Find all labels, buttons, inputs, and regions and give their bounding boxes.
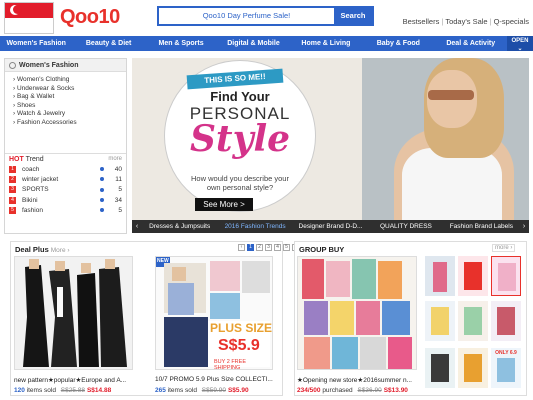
chevron-down-icon: ⌄ (517, 46, 523, 52)
category-icon (9, 62, 16, 69)
thumbnail[interactable] (425, 301, 455, 341)
deal-plus-title: Deal Plus More › (15, 245, 70, 254)
trend-row[interactable]: 1 coach 40 (5, 164, 126, 174)
group-buy-more-link[interactable]: more › (492, 244, 516, 252)
q-specials-link[interactable]: Q-specials (494, 17, 529, 26)
trend-dot-icon (100, 167, 104, 172)
category-nav: Women's Fashion Beauty & Diet Men & Spor… (0, 36, 533, 52)
hero-banner[interactable]: THIS IS SO ME!! Find Your PERSONAL Style… (132, 58, 529, 233)
nav-men-sports[interactable]: Men & Sports (145, 36, 217, 51)
deal-badge-new: NEW (157, 258, 169, 264)
trend-dot-icon (100, 198, 104, 203)
group-buy-thumbnails: ONLY 6.9 (425, 256, 525, 390)
deal-product-caption[interactable]: 10/7 PROMO 5.9 Plus Size COLLECTI... (155, 376, 275, 383)
deal-plus-more-link[interactable]: More › (51, 247, 70, 254)
banner-tabs: ‹ Dresses & Jumpsuits 2016 Fashion Trend… (132, 220, 529, 233)
header: Qoo10 Search Bestsellers|Today's Sale|Q-… (0, 0, 533, 36)
pager-page[interactable]: 4 (274, 244, 281, 251)
banner-tab[interactable]: Dresses & Jumpsuits (142, 220, 217, 233)
deal-product-caption[interactable]: new pattern★popular★Europe and A... (14, 376, 134, 384)
category-item[interactable]: › Bag & Wallet (13, 93, 126, 102)
trend-dot-icon (100, 177, 104, 182)
deal-product-price: 265 items sold S$59.90 S$5.90 (155, 387, 249, 394)
thumbnail[interactable] (491, 256, 521, 296)
banner-tab[interactable]: Designer Brand D-D... (293, 220, 368, 233)
thumbnail[interactable] (425, 256, 455, 296)
qoo10-logo[interactable]: Qoo10 (60, 6, 120, 29)
see-more-button[interactable]: See More > (195, 198, 253, 211)
trend-dot-icon (100, 208, 104, 213)
thumbnail[interactable] (458, 256, 488, 296)
deal-product-image[interactable] (14, 256, 133, 370)
trend-row[interactable]: 4 Bikini 34 (5, 195, 126, 205)
thumbnail-badge: ONLY 6.9 (495, 350, 517, 356)
chevron-left-icon[interactable]: ‹ (132, 220, 142, 233)
todays-sale-link[interactable]: Today's Sale (445, 17, 487, 26)
nav-baby-food[interactable]: Baby & Food (362, 36, 434, 51)
search-input[interactable] (159, 8, 334, 24)
trend-row[interactable]: 2 winter jacket 11 (5, 174, 126, 184)
nav-womens-fashion[interactable]: Women's Fashion (0, 36, 72, 51)
search-bar: Search (157, 6, 374, 26)
deal-plus-pager: ‹ 1 2 3 4 5 › (236, 244, 299, 251)
trend-row[interactable]: 3 SPORTS 5 (5, 185, 126, 195)
pager-page[interactable]: 2 (256, 244, 263, 251)
pager-page[interactable]: 5 (283, 244, 290, 251)
category-item[interactable]: › Underwear & Socks (13, 85, 126, 94)
sunglasses-icon (428, 90, 474, 100)
nav-home-living[interactable]: Home & Living (290, 36, 362, 51)
deal-product-price: 120 items sold S$25.88 S$14.88 (14, 387, 112, 394)
nav-deal-activity[interactable]: Deal & Activity (435, 36, 507, 51)
banner-tab[interactable]: Fashion Brand Labels (444, 220, 519, 233)
group-buy-caption[interactable]: ★Opening new store★2016summer n... (297, 376, 417, 384)
category-item[interactable]: › Watch & Jewelry (13, 110, 126, 119)
thumbnail[interactable] (425, 348, 455, 388)
thumbnail[interactable] (458, 301, 488, 341)
trend-dot-icon (100, 187, 104, 192)
banner-line3: Style (189, 118, 291, 160)
group-buy-title: GROUP BUY (299, 245, 345, 254)
category-list: › Women's Clothing › Underwear & Socks ›… (5, 72, 126, 128)
plus-size-label: PLUS SIZE (210, 321, 273, 335)
hot-trend-more-link[interactable]: more (108, 156, 122, 162)
banner-tab-active[interactable]: 2016 Fashion Trends (217, 220, 292, 233)
singapore-flag-icon[interactable] (4, 2, 54, 34)
pager-prev-icon[interactable]: ‹ (238, 244, 245, 251)
hot-trend: HOT Trend more 1 coach 40 2 winter jacket 11… (5, 153, 126, 215)
nav-digital-mobile[interactable]: Digital & Mobile (217, 36, 289, 51)
plus-size-price: S$5.9 (218, 337, 260, 354)
search-button[interactable]: Search (334, 8, 372, 24)
pager-page[interactable]: 1 (247, 244, 254, 251)
category-item[interactable]: › Shoes (13, 102, 126, 111)
top-links: Bestsellers | Today's Sale | Q-specials (402, 17, 529, 26)
thumbnail[interactable] (458, 348, 488, 388)
deal-product-image[interactable]: NEW PLUS SIZE S$5.9 BUY 2 FREE SHIPPING (155, 256, 273, 370)
open-menu-button[interactable]: OPEN ⌄ (506, 36, 533, 52)
nav-beauty-diet[interactable]: Beauty & Diet (72, 36, 144, 51)
sidebar-heading[interactable]: Women's Fashion (5, 59, 126, 72)
category-item[interactable]: › Women's Clothing (13, 76, 126, 85)
trend-row[interactable]: 5 fashion 5 (5, 205, 126, 215)
sidebar: Women's Fashion › Women's Clothing › Und… (4, 58, 127, 234)
thumbnail[interactable]: ONLY 6.9 (491, 348, 521, 388)
banner-question: How would you describe your own personal… (191, 174, 289, 192)
banner-line1: Find Your (210, 89, 270, 104)
group-buy-price: 234/500 purchased S$36.90 S$13.90 (297, 387, 408, 394)
bestsellers-link[interactable]: Bestsellers (403, 17, 440, 26)
chevron-right-icon[interactable]: › (519, 220, 529, 233)
group-buy-image[interactable] (297, 256, 417, 370)
banner-tab[interactable]: QUALITY DRESS (368, 220, 443, 233)
pager-page[interactable]: 3 (265, 244, 272, 251)
thumbnail[interactable] (491, 301, 521, 341)
free-shipping-label: BUY 2 FREE SHIPPING (214, 359, 246, 370)
category-item[interactable]: › Fashion Accessories (13, 119, 126, 128)
hot-trend-header: HOT Trend more (5, 153, 126, 164)
